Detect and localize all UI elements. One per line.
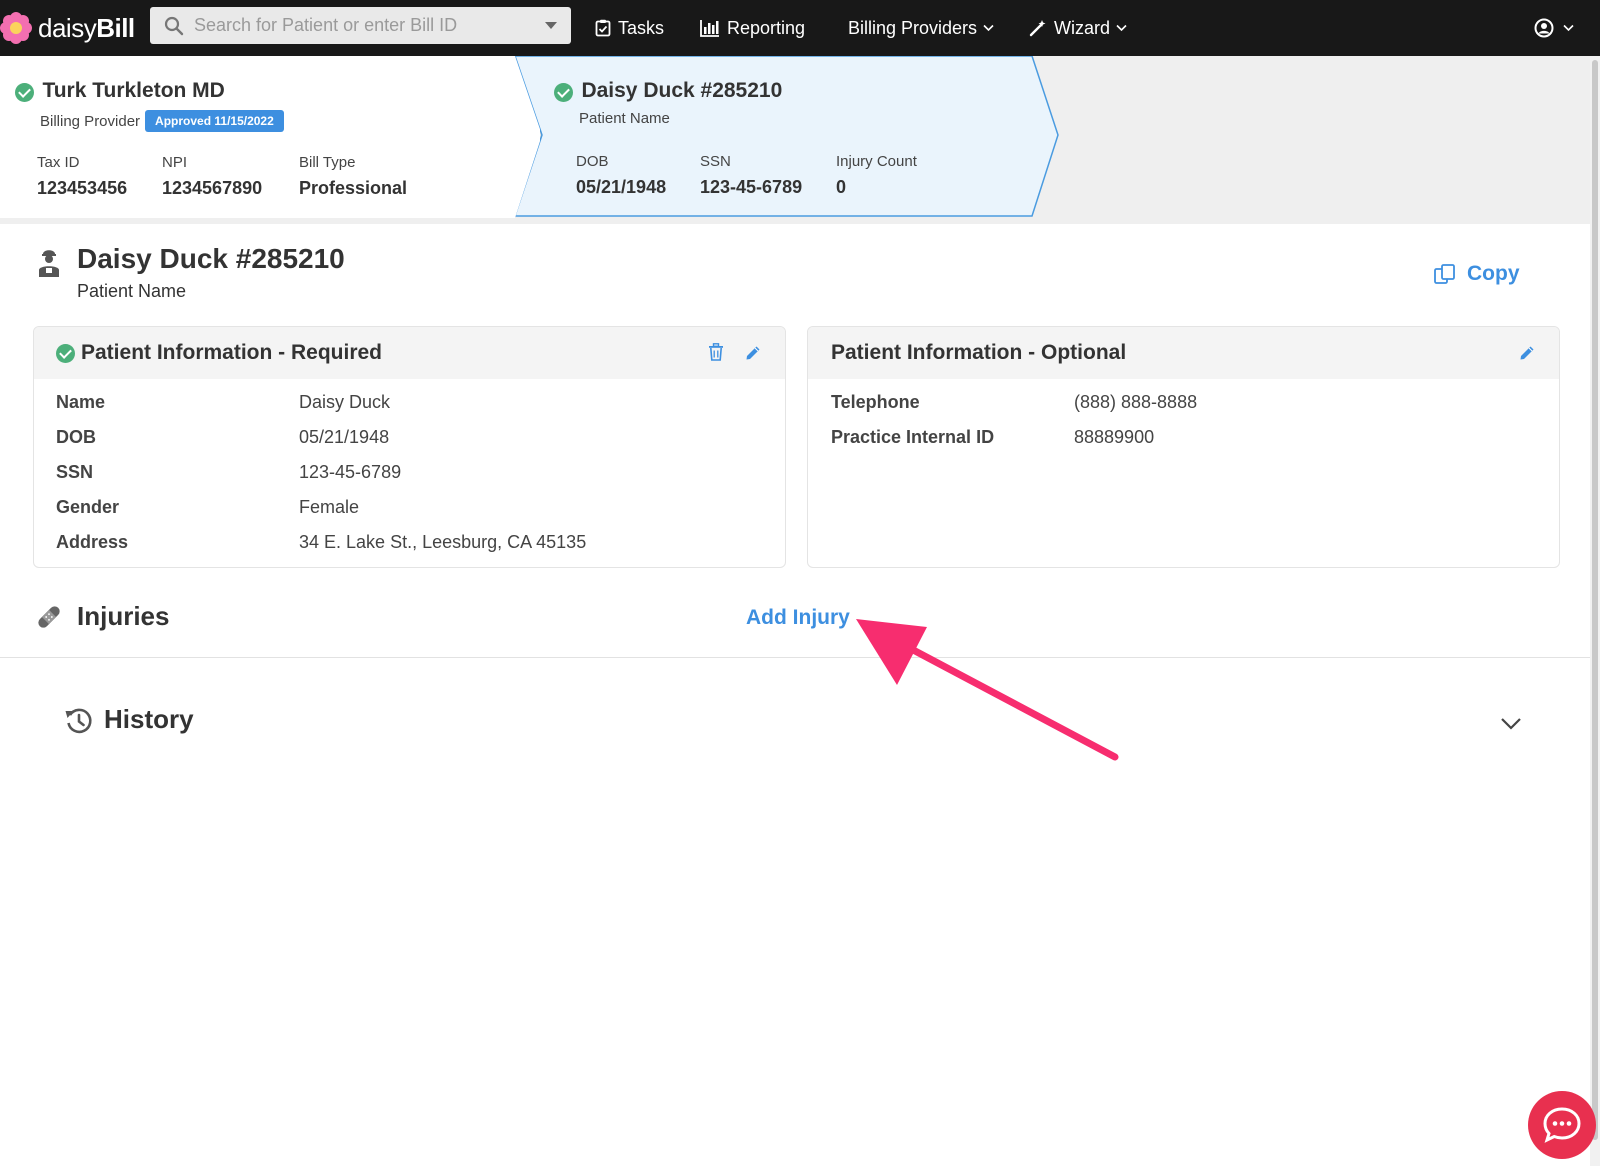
- clipboard-check-icon: [595, 19, 611, 37]
- search-box[interactable]: [150, 7, 571, 44]
- copy-button[interactable]: Copy: [1433, 262, 1520, 286]
- copy-label: Copy: [1467, 262, 1520, 285]
- bandage-icon: [38, 606, 60, 628]
- nav-wizard-label: Wizard: [1054, 17, 1111, 38]
- history-clock-icon: [65, 708, 92, 734]
- patient-header-role: Patient Name: [579, 110, 670, 127]
- copy-icon: [1434, 264, 1455, 284]
- logo-text-plain: daisy: [38, 12, 97, 43]
- patient-title: Daisy Duck #285210: [77, 243, 345, 274]
- required-info-header: Patient Information - Required: [34, 327, 785, 379]
- required-info-title: Patient Information - Required: [81, 341, 383, 364]
- chat-button[interactable]: [1528, 1091, 1596, 1159]
- search-input[interactable]: [194, 15, 524, 36]
- bar-chart-icon: [700, 20, 719, 37]
- user-circle-icon: [1534, 18, 1554, 38]
- patient-header-field-label: SSN: [700, 153, 731, 170]
- optional-info-panel: Patient Information - Optional Telephone…: [807, 326, 1560, 568]
- patient-header-name-row: Daisy Duck #285210: [554, 79, 782, 103]
- provider-field-label: NPI: [162, 154, 188, 171]
- daisybill-logo[interactable]: daisyBill: [0, 0, 150, 56]
- provider-name: Turk Turkleton MD: [42, 79, 225, 102]
- optional-row-label: Telephone: [831, 392, 920, 412]
- check-circle-icon: [554, 83, 573, 103]
- required-row-value: 05/21/1948: [299, 427, 390, 447]
- optional-row-label: Practice Internal ID: [831, 427, 995, 447]
- logo-text: daisyBill: [38, 13, 135, 44]
- nav-wizard[interactable]: Wizard: [1029, 0, 1134, 56]
- chevron-down-icon: [1563, 24, 1574, 32]
- required-row-label: DOB: [56, 427, 96, 447]
- patient-person-icon: [39, 250, 59, 277]
- history-title: History: [104, 704, 194, 734]
- patient-header-field-label: DOB: [576, 153, 609, 170]
- check-circle-icon: [56, 344, 75, 363]
- required-row-value: Daisy Duck: [299, 392, 391, 412]
- chat-bubble-icon: [1543, 1107, 1581, 1143]
- required-row-label: Name: [56, 392, 106, 412]
- nav-reporting-label: Reporting: [727, 17, 806, 38]
- page-scrollbar[interactable]: [1590, 56, 1600, 1166]
- provider-field-label: Tax ID: [37, 154, 80, 171]
- provider-field-value: 1234567890: [162, 178, 263, 198]
- chevron-down-icon: [1116, 24, 1127, 32]
- approved-badge: Approved 11/15/2022: [145, 110, 284, 132]
- nav-billing-providers-label: Billing Providers: [848, 17, 978, 38]
- pencil-edit-icon[interactable]: [745, 344, 762, 361]
- nav-billing-providers[interactable]: Billing Providers: [848, 0, 1001, 56]
- provider-field-value: 123453456: [37, 178, 128, 198]
- nav-reporting[interactable]: Reporting: [700, 0, 805, 56]
- required-row-value: 34 E. Lake St., Leesburg, CA 45135: [299, 532, 587, 552]
- search-icon: [164, 16, 184, 35]
- patient-header-field-value: 0: [836, 177, 847, 197]
- optional-row-value: (888) 888-8888: [1074, 392, 1198, 412]
- patient-header-field-value: 123-45-6789: [700, 177, 803, 197]
- section-divider: [0, 657, 1590, 658]
- scrollbar-thumb[interactable]: [1592, 60, 1598, 1140]
- provider-field-label: Bill Type: [299, 154, 356, 171]
- check-circle-icon: [15, 83, 34, 103]
- required-info-panel: Patient Information - Required Name Dais…: [33, 326, 786, 568]
- search-dropdown-caret-icon[interactable]: [545, 22, 557, 29]
- patient-subtitle: Patient Name: [77, 281, 187, 301]
- patient-header-field-label: Injury Count: [836, 153, 917, 170]
- optional-row-value: 88889900: [1074, 427, 1155, 447]
- provider-name-row: Turk Turkleton MD: [15, 79, 225, 103]
- daisy-flower-icon: [0, 12, 32, 44]
- required-row-value: Female: [299, 497, 360, 517]
- nav-tasks-label: Tasks: [618, 17, 665, 38]
- required-row-value: 123-45-6789: [299, 462, 402, 482]
- user-account-menu[interactable]: [1534, 0, 1581, 56]
- provider-role-row: Billing Provider Approved 11/15/2022: [40, 110, 284, 132]
- magic-wand-icon: [1029, 20, 1046, 37]
- required-row-label: Gender: [56, 497, 120, 517]
- chevron-down-icon: [983, 24, 994, 32]
- chevron-down-icon[interactable]: [1500, 717, 1522, 731]
- nav-tasks[interactable]: Tasks: [595, 0, 664, 56]
- patient-header-name: Daisy Duck #285210: [581, 79, 783, 102]
- patient-header-field-value: 05/21/1948: [576, 177, 667, 197]
- required-row-label: SSN: [56, 462, 94, 482]
- optional-info-header: Patient Information - Optional: [808, 327, 1559, 379]
- top-navbar: daisyBill Tasks Reporting Billing Provid…: [0, 0, 1600, 56]
- injuries-title: Injuries: [77, 601, 170, 631]
- trash-icon[interactable]: [708, 343, 724, 361]
- pencil-edit-icon[interactable]: [1519, 344, 1536, 361]
- add-injury-link[interactable]: Add Injury: [746, 606, 850, 630]
- optional-info-title: Patient Information - Optional: [831, 341, 1127, 364]
- required-row-label: Address: [56, 532, 129, 552]
- annotation-arrow-icon: [856, 619, 1119, 761]
- provider-field-value: Professional: [299, 178, 408, 198]
- logo-text-bold: Bill: [96, 12, 135, 43]
- provider-role: Billing Provider: [40, 112, 141, 130]
